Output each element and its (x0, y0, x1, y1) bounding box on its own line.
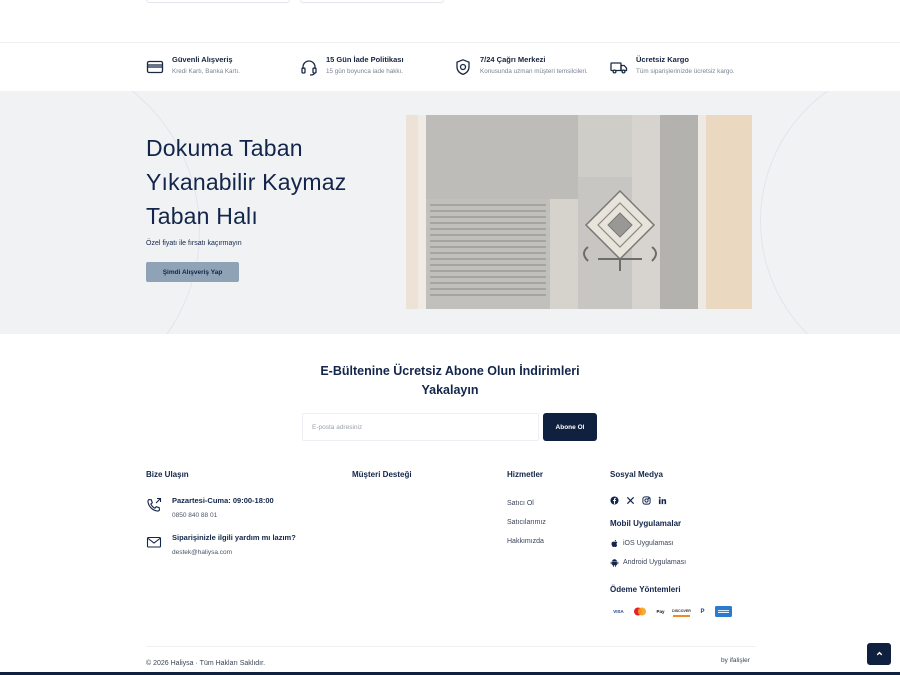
feature-free-shipping: Ücretsiz Kargo Tüm siparişlerinizde ücre… (610, 52, 735, 86)
link-sellers[interactable]: Satıcılarımız (507, 519, 546, 526)
hero-title: Dokuma Taban Yıkanabilir Kaymaz Taban Ha… (146, 135, 347, 229)
feature-title: Ücretsiz Kargo (636, 55, 689, 64)
x-icon[interactable] (626, 496, 635, 505)
chevron-up-icon (875, 645, 884, 663)
footer-heading-services: Hizmetler (507, 470, 544, 479)
feature-secure-shopping: Güvenli Alışveriş Kredi Kartı, Banka Kar… (146, 52, 240, 86)
email-address[interactable]: destek@haliysa.com (172, 548, 296, 558)
android-icon (610, 558, 619, 567)
mail-icon (146, 534, 162, 550)
footer-heading-payments: Ödeme Yöntemleri (610, 585, 681, 594)
android-app-link[interactable]: Android Uygulaması (610, 558, 686, 567)
footer-heading-contact: Bize Ulaşın (146, 470, 189, 479)
credit-link[interactable]: by ifalişler (721, 657, 750, 664)
phone-hours: Pazartesi-Cuma: 09:00-18:00 (172, 496, 274, 505)
feature-subtitle: 15 gün boyunca iade hakkı. (326, 68, 404, 75)
feature-title: Güvenli Alışveriş (172, 55, 233, 64)
top-card-stub (300, 0, 444, 3)
mastercard-icon (631, 606, 648, 617)
footer-divider (146, 646, 756, 647)
scroll-to-top-button[interactable] (867, 643, 891, 665)
link-become-seller[interactable]: Satıcı Ol (507, 500, 534, 507)
footer-heading-apps: Mobil Uygulamalar (610, 519, 682, 528)
feature-subtitle: Kredi Kartı, Banka Kartı. (172, 68, 240, 75)
paypal-icon: P (700, 608, 705, 615)
social-links (610, 496, 674, 505)
payment-methods: VISA Pay DISCOVER P (610, 606, 736, 617)
subscribe-button[interactable]: Abone Ol (543, 413, 597, 441)
visa-icon: VISA (613, 609, 624, 614)
headset-icon (300, 58, 318, 76)
newsletter-email-input[interactable] (302, 413, 539, 441)
features-bar: Güvenli Alışveriş Kredi Kartı, Banka Kar… (146, 52, 756, 86)
feature-subtitle: Konusunda uzman müşteri temsilcileri. (480, 68, 588, 75)
divider (0, 42, 900, 43)
decorative-swirl (760, 91, 900, 334)
copyright: © 2026 Haliysa · Tüm Hakları Saklıdır. (146, 660, 266, 667)
facebook-icon[interactable] (610, 496, 619, 505)
top-card-stub (146, 0, 290, 3)
feature-return-policy: 15 Gün İade Politikası 15 gün boyunca ia… (300, 52, 404, 86)
footer-heading-support: Müşteri Desteği (352, 470, 412, 479)
apple-pay-icon: Pay (656, 609, 665, 614)
hero-subtitle: Özel fiyatı ile fırsatı kaçırmayın (146, 240, 242, 247)
credit-card-icon (146, 58, 164, 76)
newsletter-title: E-Bültenine Ücretsiz Abone Olun İndiriml… (320, 364, 580, 397)
link-about[interactable]: Hakkımızda (507, 538, 544, 545)
feature-title: 15 Gün İade Politikası (326, 55, 404, 64)
feature-call-center: 7/24 Çağrı Merkezi Konusunda uzman müşte… (454, 52, 588, 86)
android-app-label: Android Uygulaması (623, 559, 687, 566)
linkedin-icon[interactable] (658, 496, 667, 505)
hero-banner: Dokuma Taban Yıkanabilir Kaymaz Taban Ha… (0, 91, 900, 334)
phone-icon (146, 497, 162, 513)
email-help-label: Siparişinizle ilgili yardım mı lazım? (172, 533, 296, 542)
feature-subtitle: Tüm siparişlerinizde ücretsiz kargo. (636, 68, 735, 75)
ios-app-link[interactable]: iOS Uygulaması (610, 539, 674, 548)
phone-number[interactable]: 0850 840 88 01 (172, 511, 274, 521)
rug-product-image[interactable] (406, 115, 752, 309)
truck-icon (610, 58, 628, 76)
shop-now-button[interactable]: Şimdi Alışveriş Yap (146, 262, 239, 282)
ios-app-label: iOS Uygulaması (623, 540, 674, 547)
contact-email: Siparişinizle ilgili yardım mı lazım? de… (146, 533, 296, 558)
shield-icon (454, 58, 472, 76)
instagram-icon[interactable] (642, 496, 651, 505)
american-express-icon (715, 606, 732, 617)
contact-phone: Pazartesi-Cuma: 09:00-18:00 0850 840 88 … (146, 496, 274, 521)
feature-title: 7/24 Çağrı Merkezi (480, 55, 546, 64)
apple-icon (610, 539, 619, 548)
footer-heading-social: Sosyal Medya (610, 470, 663, 479)
discover-icon: DISCOVER (672, 606, 691, 617)
